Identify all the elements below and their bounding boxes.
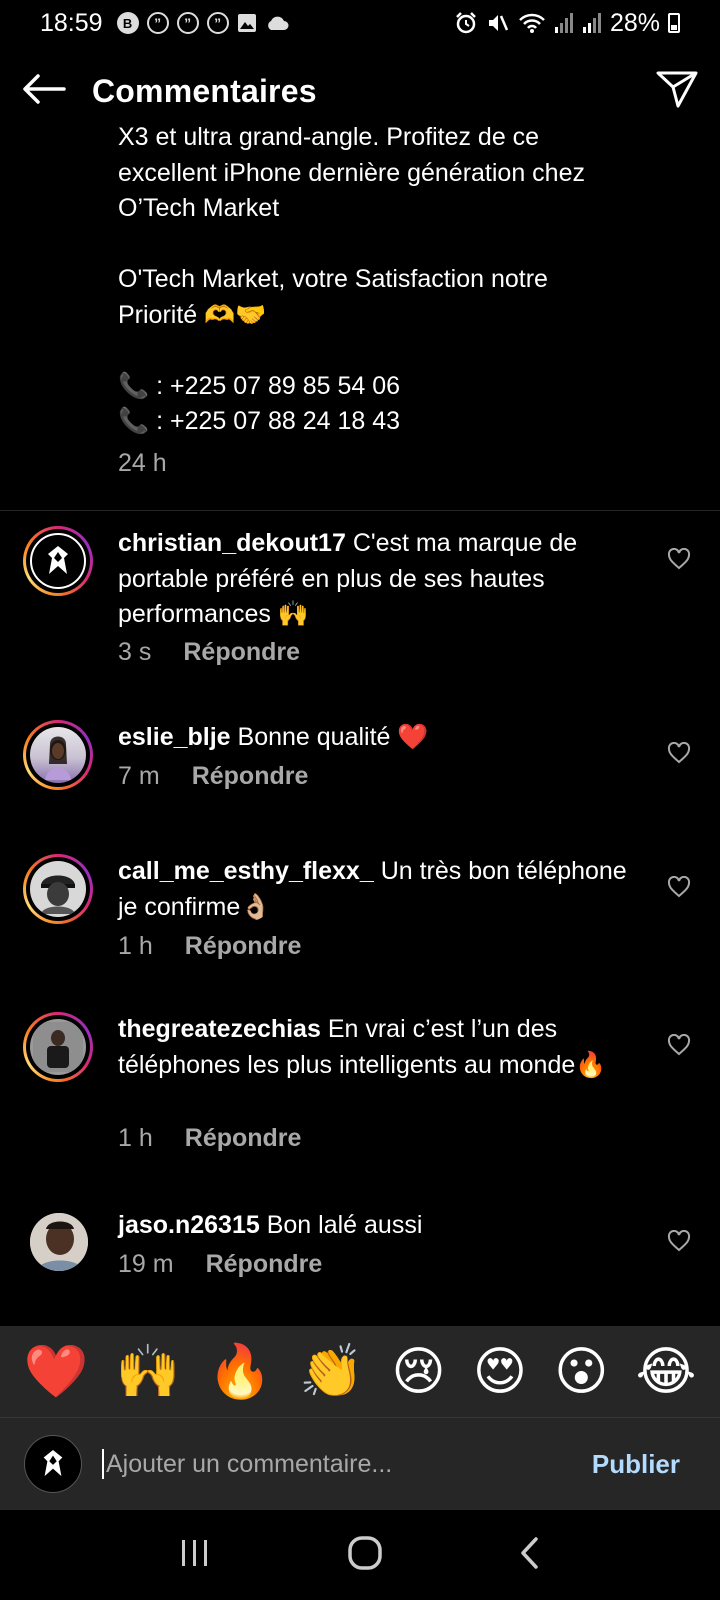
signal-icon	[582, 12, 602, 34]
comment-time: 1 h	[118, 932, 153, 960]
emoji-heart-eyes[interactable]: 😍	[473, 1346, 527, 1398]
caption-line: excellent iPhone dernière génération che…	[118, 158, 585, 187]
caption-line	[118, 333, 678, 369]
comment-username[interactable]: jaso.n26315	[118, 1211, 260, 1239]
emoji-laughing[interactable]: 😂	[636, 1346, 697, 1398]
heart-icon[interactable]	[667, 1034, 691, 1056]
caption-line: X3 et ultra grand-angle. Profitez de ce	[118, 126, 540, 151]
comment-meta: 19 m Répondre	[118, 1250, 322, 1279]
comment-time: 1 h	[118, 1124, 153, 1152]
comment-meta: 1 h Répondre	[118, 1124, 301, 1153]
emoji-heart[interactable]: ❤️	[24, 1346, 89, 1398]
emoji-raising-hands[interactable]: 🙌	[116, 1346, 181, 1398]
reply-button[interactable]: Répondre	[192, 762, 309, 791]
reply-button[interactable]: Répondre	[185, 1124, 302, 1153]
system-nav-bar	[0, 1510, 720, 1600]
caption-line: Priorité 🫶🤝	[118, 300, 267, 329]
comment-text: eslie_blje Bonne qualité ❤️	[118, 720, 638, 756]
avatar[interactable]	[23, 720, 93, 790]
avatar-logo-icon	[30, 533, 86, 589]
comment-input-placeholder: Ajouter un commentaire...	[106, 1449, 393, 1478]
comment-body: Bon lalé aussi	[266, 1211, 423, 1239]
comment-username[interactable]: eslie_blje	[118, 723, 231, 751]
reply-button[interactable]: Répondre	[183, 638, 300, 667]
emoji-surprised[interactable]: 😮	[554, 1346, 608, 1398]
heart-icon[interactable]	[667, 742, 691, 764]
bible-app-icon: B	[116, 12, 139, 34]
status-bar: 18:59 B ” ” ” 28%	[0, 0, 720, 46]
avatar-photo	[30, 1213, 88, 1271]
avatar-logo-icon	[43, 1450, 63, 1477]
caption-line: 📞 : +225 07 88 24 18 43	[118, 407, 401, 435]
comment-text: thegreatezechias En vrai c’est l’un des …	[118, 1012, 638, 1083]
status-left: 18:59 B ” ” ”	[40, 9, 289, 38]
heart-icon[interactable]	[667, 548, 691, 570]
user-avatar	[24, 1435, 82, 1493]
emoji-fire[interactable]: 🔥	[207, 1346, 272, 1398]
quote-bubble-icon: ”	[146, 12, 169, 34]
caption-line: O'Tech Market, votre Satisfaction notre	[118, 265, 548, 293]
wifi-icon	[518, 12, 546, 34]
quote-bubble-icon: ”	[206, 12, 229, 34]
comment-meta: 1 h Répondre	[118, 932, 301, 961]
heart-icon[interactable]	[667, 1230, 691, 1252]
home-icon[interactable]	[347, 1535, 383, 1576]
comment-username[interactable]: christian_dekout17	[118, 529, 346, 557]
comment-text: christian_dekout17 C'est ma marque de po…	[118, 526, 638, 633]
signal-icon	[554, 12, 574, 34]
avatar[interactable]	[23, 854, 93, 924]
text-caret	[102, 1449, 104, 1479]
avatar[interactable]	[23, 526, 93, 596]
reply-button[interactable]: Répondre	[206, 1250, 323, 1279]
cloud-icon	[265, 15, 289, 31]
comments-scroll[interactable]: X3 et ultra grand-angle. Profitez de ce …	[0, 126, 720, 1326]
caption-line	[118, 227, 678, 263]
avatar-photo	[30, 1019, 86, 1075]
recent-apps-icon[interactable]	[178, 1538, 212, 1573]
comment-meta: 3 s Répondre	[118, 638, 300, 667]
emoji-crying[interactable]: 😢	[391, 1346, 445, 1398]
page-title: Commentaires	[92, 72, 317, 109]
reply-button[interactable]: Répondre	[185, 932, 302, 961]
comment-time: 7 m	[118, 762, 160, 790]
comment-meta: 7 m Répondre	[118, 762, 308, 791]
avatar[interactable]	[23, 1012, 93, 1082]
heart-icon[interactable]	[667, 876, 691, 898]
comment-text: call_me_esthy_flexx_ Un très bon télépho…	[118, 854, 638, 925]
send-icon[interactable]	[656, 70, 698, 113]
post-caption: X3 et ultra grand-angle. Profitez de ce …	[118, 126, 678, 481]
gallery-icon	[237, 13, 257, 33]
battery-percent: 28%	[609, 8, 660, 37]
avatar[interactable]	[30, 1213, 88, 1271]
status-right: 28%	[454, 9, 680, 38]
caption-line: 📞 : +225 07 89 85 54 06	[118, 371, 401, 400]
battery-icon	[668, 13, 680, 33]
emoji-clap[interactable]: 👏	[299, 1346, 364, 1398]
publish-button[interactable]: Publier	[592, 1449, 680, 1480]
back-icon[interactable]	[518, 1536, 542, 1575]
avatar-photo	[30, 727, 86, 783]
comment-input-bar: Ajouter un commentaire... Publier	[0, 1418, 720, 1510]
quote-bubble-icon: ”	[176, 12, 199, 34]
avatar-photo	[30, 861, 86, 917]
alarm-icon	[454, 11, 478, 35]
mute-icon	[486, 11, 510, 35]
back-arrow-icon[interactable]	[22, 73, 66, 110]
comment-input[interactable]: Ajouter un commentaire...	[102, 1449, 592, 1479]
comment-text: jaso.n26315 Bon lalé aussi	[118, 1208, 638, 1244]
comment-time: 19 m	[118, 1250, 174, 1278]
divider	[0, 510, 720, 511]
status-time: 18:59	[40, 8, 103, 37]
comment-body: Bonne qualité ❤️	[237, 723, 429, 751]
emoji-reaction-bar: ❤️ 🙌 🔥 👏 😢 😍 😮 😂	[0, 1326, 720, 1418]
header: Commentaires	[0, 56, 720, 126]
caption-line: O’Tech Market	[118, 194, 280, 222]
comment-username[interactable]: thegreatezechias	[118, 1015, 321, 1043]
caption-time: 24 h	[118, 448, 167, 477]
comment-time: 3 s	[118, 638, 152, 666]
comment-username[interactable]: call_me_esthy_flexx_	[118, 857, 374, 885]
